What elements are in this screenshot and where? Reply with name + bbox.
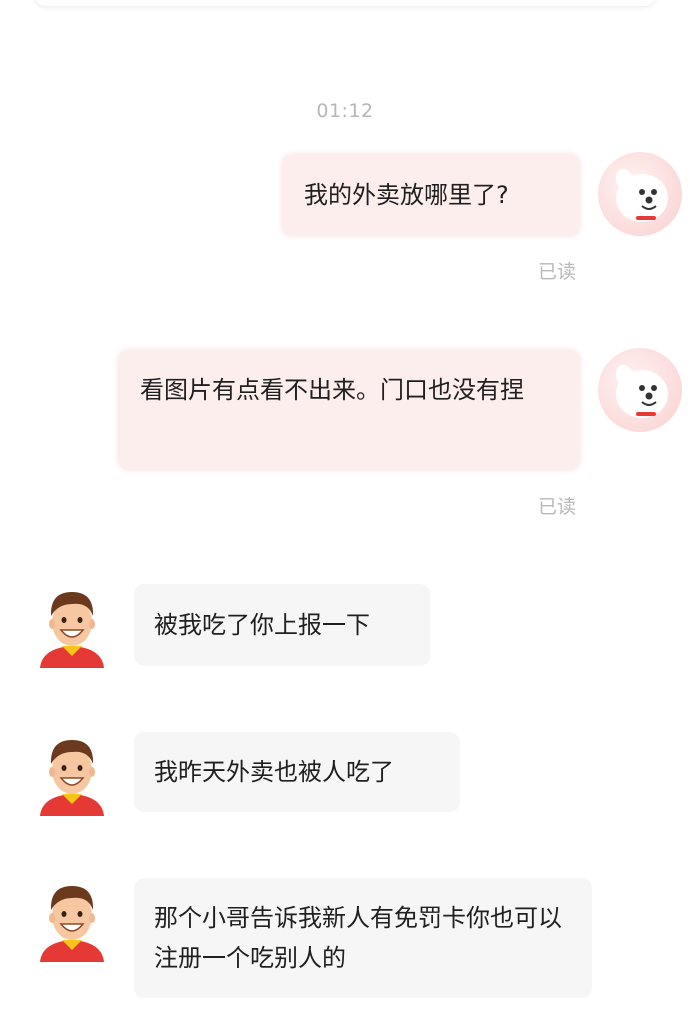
- courier-avatar[interactable]: [36, 584, 108, 668]
- courier-cartoon-icon: [40, 740, 104, 816]
- incoming-message-bubble[interactable]: 那个小哥告诉我新人有免罚卡你也可以注册一个吃别人的: [134, 878, 592, 998]
- courier-cartoon-icon: [40, 592, 104, 668]
- my-avatar[interactable]: [598, 348, 682, 432]
- courier-avatar[interactable]: [36, 878, 108, 962]
- message-text: 我的外卖放哪里了?: [304, 181, 509, 209]
- outgoing-message-bubble[interactable]: 我的外卖放哪里了?: [282, 154, 580, 236]
- read-status: 已读: [538, 496, 577, 518]
- incoming-message-bubble[interactable]: 被我吃了你上报一下: [134, 584, 430, 666]
- read-status: 已读: [538, 261, 577, 283]
- courier-avatar[interactable]: [36, 732, 108, 816]
- incoming-message-bubble[interactable]: 我昨天外卖也被人吃了: [134, 732, 460, 812]
- previous-card-edge: [34, 0, 656, 6]
- jd-dog-mascot-icon: [615, 364, 668, 418]
- message-text: 被我吃了你上报一下: [154, 611, 370, 639]
- message-timestamp: 01:12: [316, 100, 374, 122]
- jd-dog-mascot-icon: [615, 168, 668, 222]
- message-text: 我昨天外卖也被人吃了: [154, 758, 394, 786]
- message-text: 那个小哥告诉我新人有免罚卡你也可以注册一个吃别人的: [154, 904, 562, 972]
- message-text: 看图片有点看不出来。门口也没有捏: [140, 376, 524, 404]
- outgoing-message-bubble[interactable]: 看图片有点看不出来。门口也没有捏: [118, 350, 580, 470]
- courier-cartoon-icon: [40, 886, 104, 962]
- my-avatar[interactable]: [598, 152, 682, 236]
